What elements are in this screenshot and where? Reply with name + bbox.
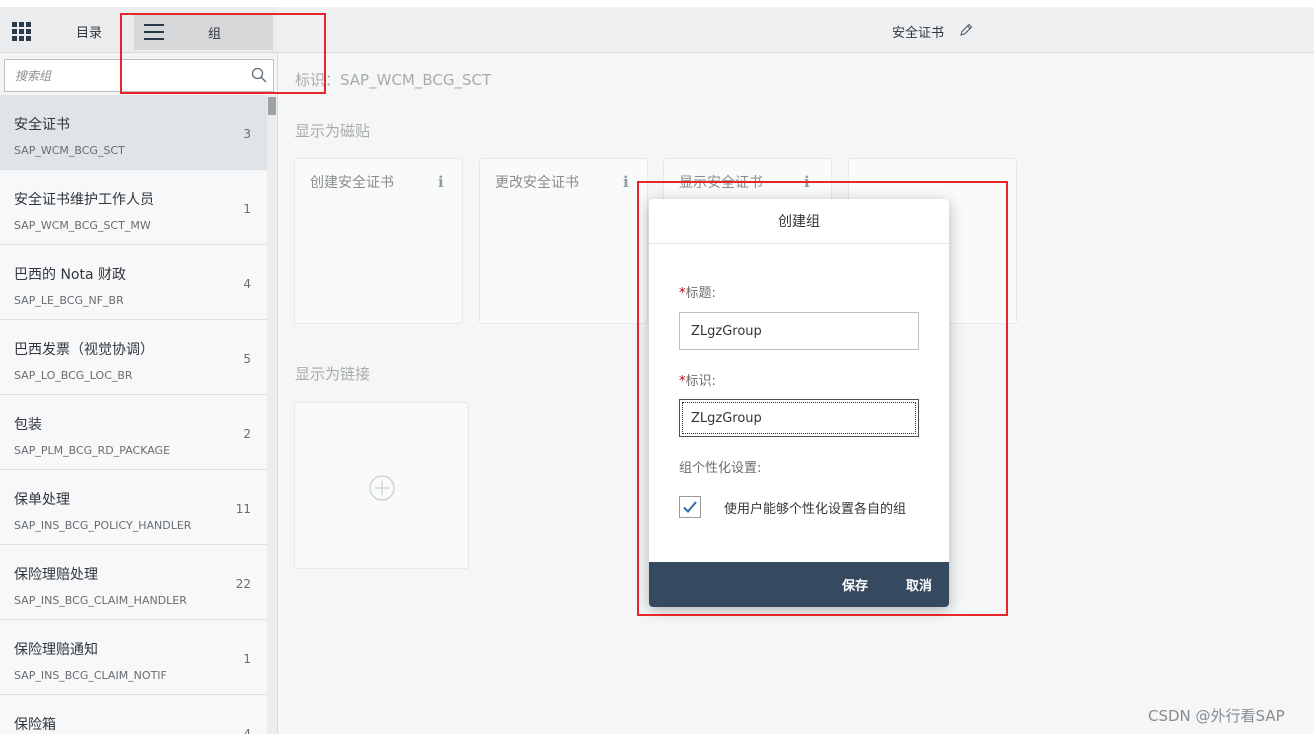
group-tile-count: 4 bbox=[243, 727, 251, 734]
group-title: 保险理赔处理 bbox=[14, 567, 98, 583]
group-id: SAP_WCM_BCG_SCT bbox=[14, 144, 125, 157]
list-item[interactable]: 包装 SAP_PLM_BCG_RD_PACKAGE 2 bbox=[0, 395, 267, 470]
personalization-checkbox[interactable] bbox=[679, 496, 701, 518]
title-label-text: 标题: bbox=[685, 286, 716, 301]
group-id-input[interactable] bbox=[679, 399, 919, 437]
scrollbar-thumb[interactable] bbox=[268, 97, 276, 115]
group-title: 保险箱 bbox=[14, 717, 56, 733]
list-item[interactable]: 保单处理 SAP_INS_BCG_POLICY_HANDLER 11 bbox=[0, 470, 267, 545]
hamburger-icon bbox=[144, 24, 164, 40]
dialog-title: 创建组 bbox=[649, 199, 949, 244]
group-tile-count: 1 bbox=[243, 202, 251, 216]
group-id: SAP_INS_BCG_CLAIM_NOTIF bbox=[14, 669, 167, 682]
app-grid-icon[interactable] bbox=[12, 22, 31, 41]
group-title: 安全证书维护工作人员 bbox=[14, 192, 154, 208]
group-id: SAP_LE_BCG_NF_BR bbox=[14, 294, 124, 307]
group-tile-count: 1 bbox=[243, 652, 251, 666]
group-title-input[interactable] bbox=[679, 312, 919, 350]
tab-catalog-label: 目录 bbox=[75, 25, 102, 41]
save-button[interactable]: 保存 bbox=[842, 575, 868, 594]
group-id: SAP_PLM_BCG_RD_PACKAGE bbox=[14, 444, 171, 457]
watermark: CSDN @外行看SAP bbox=[1148, 707, 1285, 725]
left-panel-header: 目录 组 bbox=[0, 7, 278, 53]
pencil-icon[interactable] bbox=[959, 23, 973, 37]
checkbox-label: 使用户能够个性化设置各自的组 bbox=[724, 502, 907, 517]
list-item[interactable]: 保险箱 4 bbox=[0, 695, 267, 734]
group-id: SAP_INS_BCG_CLAIM_HANDLER bbox=[14, 594, 187, 607]
group-id: SAP_LO_BCG_LOC_BR bbox=[14, 369, 133, 382]
group-list: 安全证书 SAP_WCM_BCG_SCT 3 安全证书维护工作人员 SAP_WCM_BC… bbox=[0, 95, 267, 734]
search-icon[interactable] bbox=[251, 67, 267, 83]
group-title: 巴西的 Nota 财政 bbox=[14, 267, 127, 283]
group-tile-count: 2 bbox=[243, 427, 251, 441]
group-tile-count: 11 bbox=[235, 502, 251, 516]
personalization-label: 组个性化设置: bbox=[679, 461, 762, 476]
search-input[interactable] bbox=[5, 60, 241, 91]
checkmark-icon bbox=[683, 501, 697, 513]
group-tile-count: 5 bbox=[243, 352, 251, 366]
list-item[interactable]: 保险理赔处理 SAP_INS_BCG_CLAIM_HANDLER 22 bbox=[0, 545, 267, 620]
detail-header: 安全证书 bbox=[278, 7, 1314, 53]
group-id: SAP_INS_BCG_POLICY_HANDLER bbox=[14, 519, 192, 532]
group-id: SAP_WCM_BCG_SCT_MW bbox=[14, 219, 151, 232]
group-list-panel: 目录 组 安全证书 SAP_WCM_BCG_SCT 3 安全证书维护工作人员 SAP_W… bbox=[0, 7, 278, 734]
tab-groups[interactable]: 组 bbox=[134, 14, 273, 50]
id-field-label: *标识: bbox=[679, 370, 716, 389]
page-title: 安全证书 bbox=[892, 26, 945, 41]
dialog-footer: 保存 取消 bbox=[649, 562, 949, 607]
group-tile-count: 22 bbox=[235, 577, 251, 591]
list-item[interactable]: 保险理赔通知 SAP_INS_BCG_CLAIM_NOTIF 1 bbox=[0, 620, 267, 695]
group-title: 保单处理 bbox=[14, 492, 70, 508]
group-title: 包装 bbox=[14, 417, 42, 433]
group-title: 安全证书 bbox=[14, 117, 70, 133]
group-tile-count: 4 bbox=[243, 277, 251, 291]
create-group-dialog: 创建组 *标题: *标识: 组个性化设置: 使用户能够个性化设置各自的组 保存 … bbox=[649, 199, 949, 607]
tab-groups-label: 组 bbox=[208, 27, 222, 42]
top-strip bbox=[0, 0, 1314, 7]
group-title: 巴西发票（视觉协调） bbox=[14, 342, 154, 358]
group-title: 保险理赔通知 bbox=[14, 642, 98, 658]
title-field-label: *标题: bbox=[679, 282, 716, 301]
tab-catalog[interactable]: 目录 bbox=[60, 17, 118, 45]
list-item[interactable]: 安全证书维护工作人员 SAP_WCM_BCG_SCT_MW 1 bbox=[0, 170, 267, 245]
group-search bbox=[4, 59, 274, 92]
list-item[interactable]: 安全证书 SAP_WCM_BCG_SCT 3 bbox=[0, 95, 267, 170]
list-item[interactable]: 巴西的 Nota 财政 SAP_LE_BCG_NF_BR 4 bbox=[0, 245, 267, 320]
list-item[interactable]: 巴西发票（视觉协调） SAP_LO_BCG_LOC_BR 5 bbox=[0, 320, 267, 395]
group-tile-count: 3 bbox=[243, 127, 251, 141]
id-label-text: 标识: bbox=[685, 374, 716, 389]
list-scrollbar[interactable] bbox=[267, 95, 277, 734]
cancel-button[interactable]: 取消 bbox=[906, 575, 932, 594]
